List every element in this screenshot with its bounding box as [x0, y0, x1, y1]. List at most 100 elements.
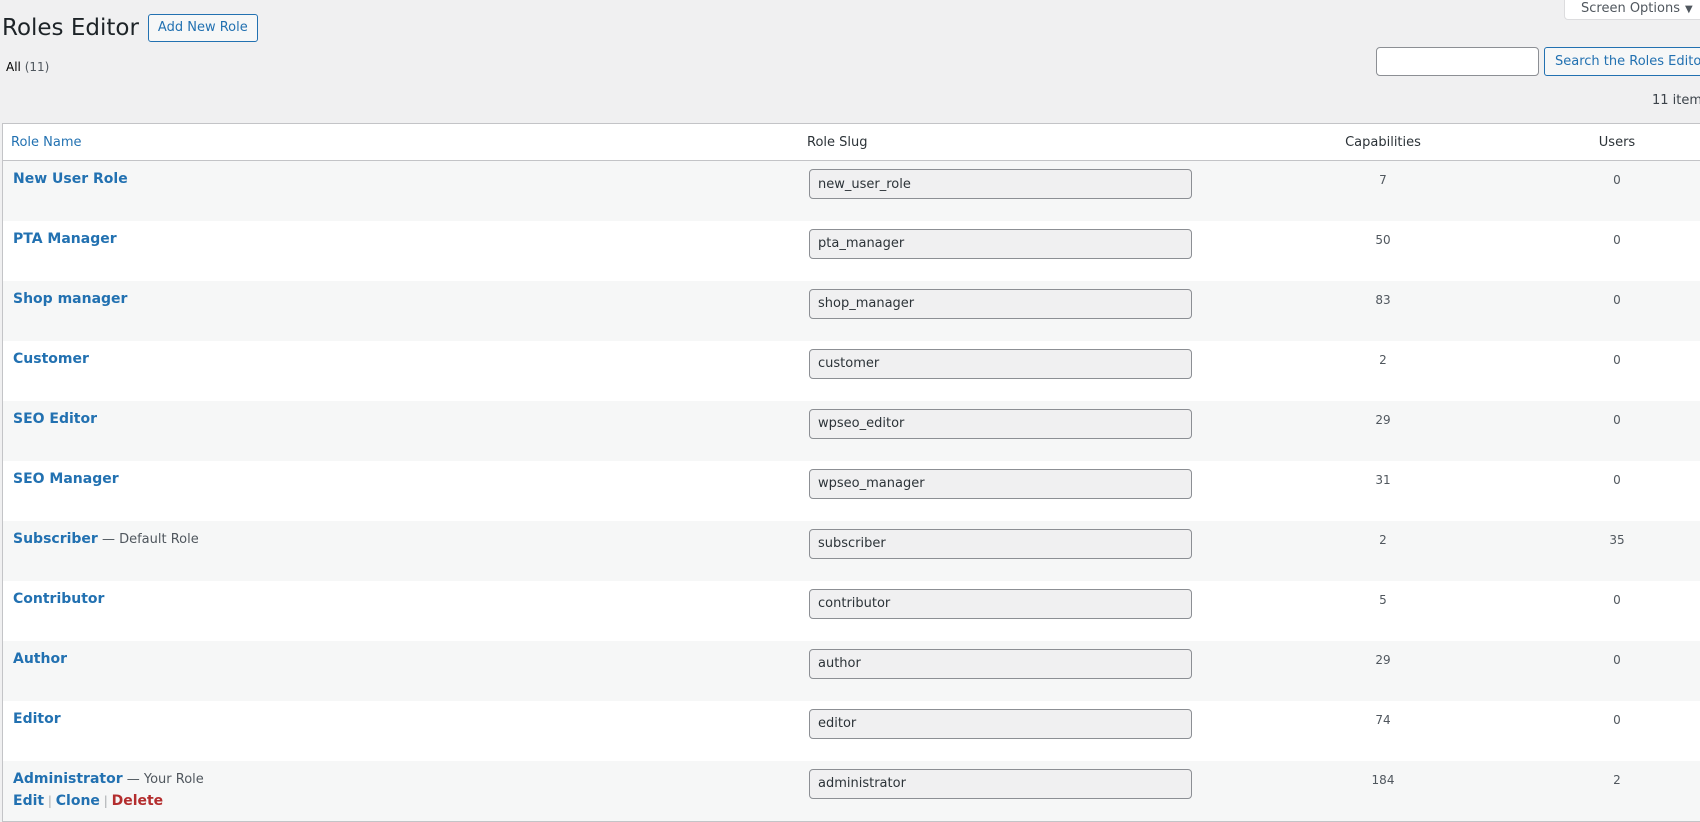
filter-all[interactable]: All (11) — [6, 60, 49, 74]
role-name-link[interactable]: Editor — [13, 711, 61, 727]
role-name-cell: Contributor — [3, 581, 799, 641]
role-slug-field[interactable] — [809, 228, 1192, 259]
role-slug-cell — [799, 521, 1255, 581]
role-name-cell: Administrator — Your Role Edit | Clone |… — [3, 761, 799, 821]
table-row: New User Role 7 0 — [3, 160, 1700, 221]
screen-options-toggle[interactable]: Screen Options ▼ — [1564, 0, 1700, 20]
role-slug-field[interactable] — [809, 768, 1192, 799]
table-row: Subscriber — Default Role 2 35 — [3, 520, 1700, 581]
users-count: 0 — [1613, 412, 1621, 427]
capabilities-count: 29 — [1375, 652, 1391, 667]
sort-role-name-link[interactable]: Role Name — [11, 135, 82, 150]
clone-role-link[interactable]: Clone — [56, 793, 100, 809]
table-row: Shop manager 83 0 — [3, 280, 1700, 341]
role-name-cell: Editor — [3, 701, 799, 761]
screen-options-label: Screen Options — [1581, 1, 1680, 16]
role-name-cell: Subscriber — Default Role — [3, 521, 799, 581]
role-slug-cell — [799, 161, 1255, 221]
users-count: 0 — [1613, 292, 1621, 307]
table-row: Contributor 5 0 — [3, 581, 1700, 641]
table-row: Customer 2 0 — [3, 341, 1700, 401]
table-row: Editor 74 0 — [3, 701, 1700, 761]
role-state: — Default Role — [97, 531, 199, 547]
role-slug-field[interactable] — [809, 468, 1192, 499]
role-slug-cell — [799, 701, 1255, 761]
role-slug-field[interactable] — [809, 708, 1192, 739]
capabilities-count: 74 — [1375, 712, 1391, 727]
search-box: Search the Roles Editor — [1376, 47, 1700, 76]
role-slug-field[interactable] — [809, 169, 1192, 199]
column-header-role-name[interactable]: Role Name — [3, 124, 799, 161]
role-name-cell: SEO Manager — [3, 461, 799, 521]
capabilities-count: 31 — [1375, 472, 1391, 487]
capabilities-count: 83 — [1375, 292, 1391, 307]
add-new-role-button[interactable]: Add New Role — [147, 14, 258, 42]
role-slug-cell — [799, 341, 1255, 401]
role-slug-field[interactable] — [809, 588, 1192, 619]
role-slug-field[interactable] — [809, 408, 1192, 439]
separator: | — [44, 793, 56, 808]
capabilities-count: 184 — [1371, 772, 1395, 787]
table-row: Administrator — Your Role Edit | Clone |… — [3, 760, 1700, 821]
role-name-link[interactable]: New User Role — [13, 171, 128, 187]
table-row: PTA Manager 50 0 — [3, 221, 1700, 281]
role-slug-cell — [799, 461, 1255, 521]
role-name-link[interactable]: SEO Editor — [13, 411, 97, 427]
role-name-cell: Author — [3, 641, 799, 701]
role-name-link[interactable]: SEO Manager — [13, 471, 119, 487]
triangle-down-icon: ▼ — [1685, 4, 1693, 15]
items-count: 11 items — [1652, 93, 1700, 108]
users-count: 0 — [1613, 472, 1621, 487]
column-header-role-slug: Role Slug — [799, 124, 1255, 161]
users-count: 0 — [1613, 652, 1621, 667]
users-count: 0 — [1613, 232, 1621, 247]
users-count: 0 — [1613, 592, 1621, 607]
column-header-users: Users — [1511, 124, 1700, 161]
search-input[interactable] — [1376, 47, 1539, 76]
role-slug-field[interactable] — [809, 288, 1192, 319]
users-count: 0 — [1613, 352, 1621, 367]
role-name-link[interactable]: Customer — [13, 351, 89, 367]
role-slug-field[interactable] — [809, 348, 1192, 379]
role-name-link[interactable]: Administrator — [13, 771, 123, 787]
view-filters: All (11) — [6, 60, 49, 74]
capabilities-count: 7 — [1379, 173, 1387, 187]
capabilities-count: 29 — [1375, 412, 1391, 427]
page-header: Roles Editor Add New Role — [2, 13, 258, 43]
delete-role-link[interactable]: Delete — [112, 793, 164, 809]
capabilities-count: 50 — [1375, 232, 1391, 247]
capabilities-count: 2 — [1379, 532, 1387, 547]
search-button[interactable]: Search the Roles Editor — [1544, 47, 1700, 76]
role-name-link[interactable]: Shop manager — [13, 291, 127, 307]
role-slug-field[interactable] — [809, 528, 1192, 559]
capabilities-count: 2 — [1379, 352, 1387, 367]
role-name-link[interactable]: Subscriber — [13, 531, 98, 547]
separator: | — [99, 793, 112, 808]
role-slug-cell — [799, 641, 1255, 701]
role-slug-field[interactable] — [809, 648, 1192, 679]
role-slug-cell — [799, 281, 1255, 341]
role-name-cell: New User Role — [3, 161, 799, 221]
role-name-cell: SEO Editor — [3, 401, 799, 461]
role-name-link[interactable]: PTA Manager — [13, 231, 117, 247]
column-header-capabilities: Capabilities — [1255, 124, 1511, 161]
edit-role-link[interactable]: Edit — [13, 793, 44, 809]
role-slug-cell — [799, 221, 1255, 281]
role-name-link[interactable]: Author — [13, 651, 67, 667]
filter-all-count: (11) — [24, 60, 50, 74]
filter-all-label: All — [6, 60, 21, 74]
role-state: — Your Role — [122, 771, 204, 787]
users-count: 0 — [1613, 712, 1621, 727]
users-count: 0 — [1613, 173, 1621, 187]
page-title: Roles Editor — [2, 15, 139, 41]
table-header-row: Role Name Role Slug Capabilities Users — [3, 124, 1700, 161]
role-name-link[interactable]: Contributor — [13, 591, 104, 607]
table-row: SEO Editor 29 0 — [3, 400, 1700, 461]
roles-table: Role Name Role Slug Capabilities Users N… — [2, 123, 1700, 822]
users-count: 2 — [1613, 772, 1621, 787]
users-count: 35 — [1609, 532, 1625, 547]
role-slug-cell — [799, 401, 1255, 461]
role-name-cell: Customer — [3, 341, 799, 401]
role-slug-cell — [799, 761, 1255, 821]
table-row: Author 29 0 — [3, 640, 1700, 701]
